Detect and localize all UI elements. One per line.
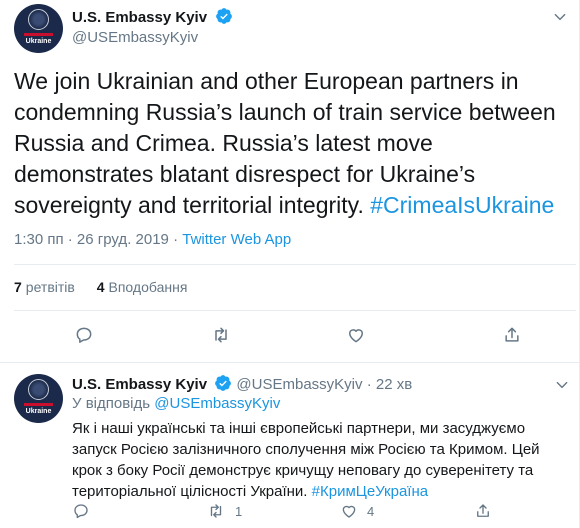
replying-to: У відповідь @USEmbassyKyiv (72, 395, 281, 412)
likes-stat[interactable]: 4 Вподобання (97, 279, 188, 295)
author-name[interactable]: U.S. Embassy Kyiv (72, 376, 207, 393)
avatar[interactable]: Ukraine (14, 4, 63, 53)
tweet-text: We join Ukrainian and other European par… (14, 68, 556, 218)
avatar[interactable]: Ukraine (14, 374, 63, 423)
reply-icon (76, 327, 92, 343)
source-link[interactable]: Twitter Web App (182, 231, 291, 248)
author-handle[interactable]: @USEmbassyKyiv (236, 376, 362, 393)
like-count: 4 (367, 503, 375, 519)
seal-icon (28, 379, 49, 400)
reply-text: Як і наші українські та інші європейські… (72, 420, 540, 500)
retweet-button[interactable] (210, 325, 232, 345)
share-button[interactable] (502, 325, 522, 345)
author-handle[interactable]: @USEmbassyKyiv (72, 29, 233, 46)
reply-button[interactable] (74, 325, 94, 345)
retweet-icon (210, 504, 222, 518)
like-button[interactable] (346, 325, 366, 345)
divider (0, 362, 580, 363)
verified-badge-icon (215, 8, 232, 24)
share-button[interactable] (474, 502, 492, 520)
chevron-down-icon[interactable] (555, 378, 569, 392)
tweet-stats: 7 ретвітів 4 Вподобання (14, 279, 187, 295)
reply-header: U.S. Embassy Kyiv @USEmbassyKyiv · 22 хв (72, 375, 413, 393)
share-icon (477, 504, 489, 517)
replying-to-handle[interactable]: @USEmbassyKyiv (154, 395, 280, 412)
heart-icon (349, 329, 363, 343)
heart-icon (342, 505, 356, 518)
retweet-button[interactable]: 1 (206, 502, 242, 520)
seal-icon (28, 9, 49, 30)
like-button[interactable]: 4 (340, 502, 374, 520)
tweet-meta: 1:30 пп · 26 груд. 2019 · Twitter Web Ap… (14, 231, 292, 248)
tweet-timestamp[interactable]: 1:30 пп · 26 груд. 2019 (14, 231, 169, 248)
chevron-down-icon[interactable] (553, 10, 567, 24)
reply-icon (74, 504, 88, 519)
share-icon (505, 327, 519, 342)
retweets-stat[interactable]: 7 ретвітів (14, 279, 75, 295)
verified-badge-icon (215, 375, 232, 391)
avatar-label: Ukraine (25, 408, 52, 415)
retweet-icon (215, 327, 227, 343)
divider (14, 310, 576, 311)
tweet-timestamp[interactable]: 22 хв (376, 376, 412, 393)
author-block: U.S. Embassy Kyiv @USEmbassyKyiv (72, 7, 233, 46)
hashtag-link[interactable]: #CrimeaIsUkraine (370, 192, 554, 218)
reply-button[interactable] (72, 502, 90, 520)
tweet-thread: Ukraine U.S. Embassy Kyiv @USEmbassyKyiv… (0, 0, 580, 528)
avatar-label: Ukraine (25, 38, 52, 45)
retweet-count: 1 (235, 503, 243, 519)
hashtag-link[interactable]: #КримЦеУкраїна (312, 483, 428, 500)
author-name[interactable]: U.S. Embassy Kyiv (72, 9, 207, 26)
divider (14, 264, 576, 265)
